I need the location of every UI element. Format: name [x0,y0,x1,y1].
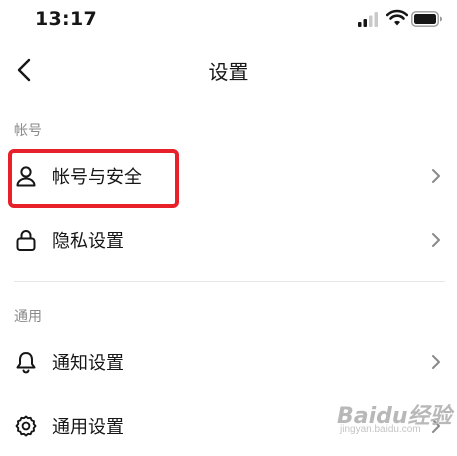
row-account-security[interactable]: 帐号与安全 [0,146,457,206]
row-label: 隐私设置 [52,231,124,252]
row-privacy-settings[interactable]: 隐私设置 [0,210,457,270]
nav-bar: 设置 [0,44,457,96]
status-time: 13:17 [35,8,97,30]
bell-icon [16,352,36,374]
row-notification-settings[interactable]: 通知设置 [0,332,457,392]
status-bar: 13:17 [0,0,457,40]
section-header-general: 通用 [14,309,42,325]
lock-icon [16,230,36,251]
chevron-right-icon [432,355,440,369]
user-icon [16,166,36,187]
cellular-signal-icon [358,12,378,27]
battery-icon [411,11,442,27]
wifi-icon [386,9,408,26]
section-header-account: 帐号 [14,123,42,139]
chevron-right-icon [432,169,440,183]
page-title: 设置 [208,60,249,84]
section-divider [14,281,445,282]
chevron-right-icon [432,233,440,247]
row-label: 帐号与安全 [52,167,142,188]
row-label: 通知设置 [52,353,124,374]
watermark-url: jingyan.baidu.com [340,424,421,435]
gear-icon [15,415,37,437]
row-label: 通用设置 [52,417,124,438]
